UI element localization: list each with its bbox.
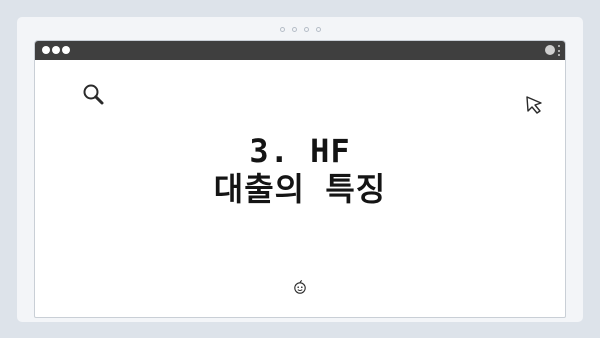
pagination-dot[interactable] (303, 27, 309, 32)
page-title-line1: 3. HF (249, 132, 351, 170)
pagination-dot[interactable] (315, 27, 321, 32)
page-title-line2: 대출의 특징 (213, 169, 387, 208)
search-icon[interactable] (81, 82, 107, 108)
smile-icon (294, 280, 306, 294)
pagination-dot[interactable] (291, 27, 297, 32)
profile-icon[interactable] (545, 45, 555, 55)
browser-window: 3. HF 대출의 특징 (34, 40, 566, 318)
cursor-arrow-icon (526, 96, 542, 114)
pagination-dots (0, 27, 600, 32)
pagination-dot[interactable] (279, 27, 285, 32)
window-minimize-button[interactable] (52, 46, 60, 54)
page-title: 3. HF 대출의 특징 (35, 132, 565, 209)
window-close-button[interactable] (42, 46, 50, 54)
page-background: 3. HF 대출의 특징 (0, 0, 600, 338)
browser-titlebar (35, 41, 565, 60)
menu-kebab-icon[interactable] (558, 45, 561, 56)
window-maximize-button[interactable] (62, 46, 70, 54)
